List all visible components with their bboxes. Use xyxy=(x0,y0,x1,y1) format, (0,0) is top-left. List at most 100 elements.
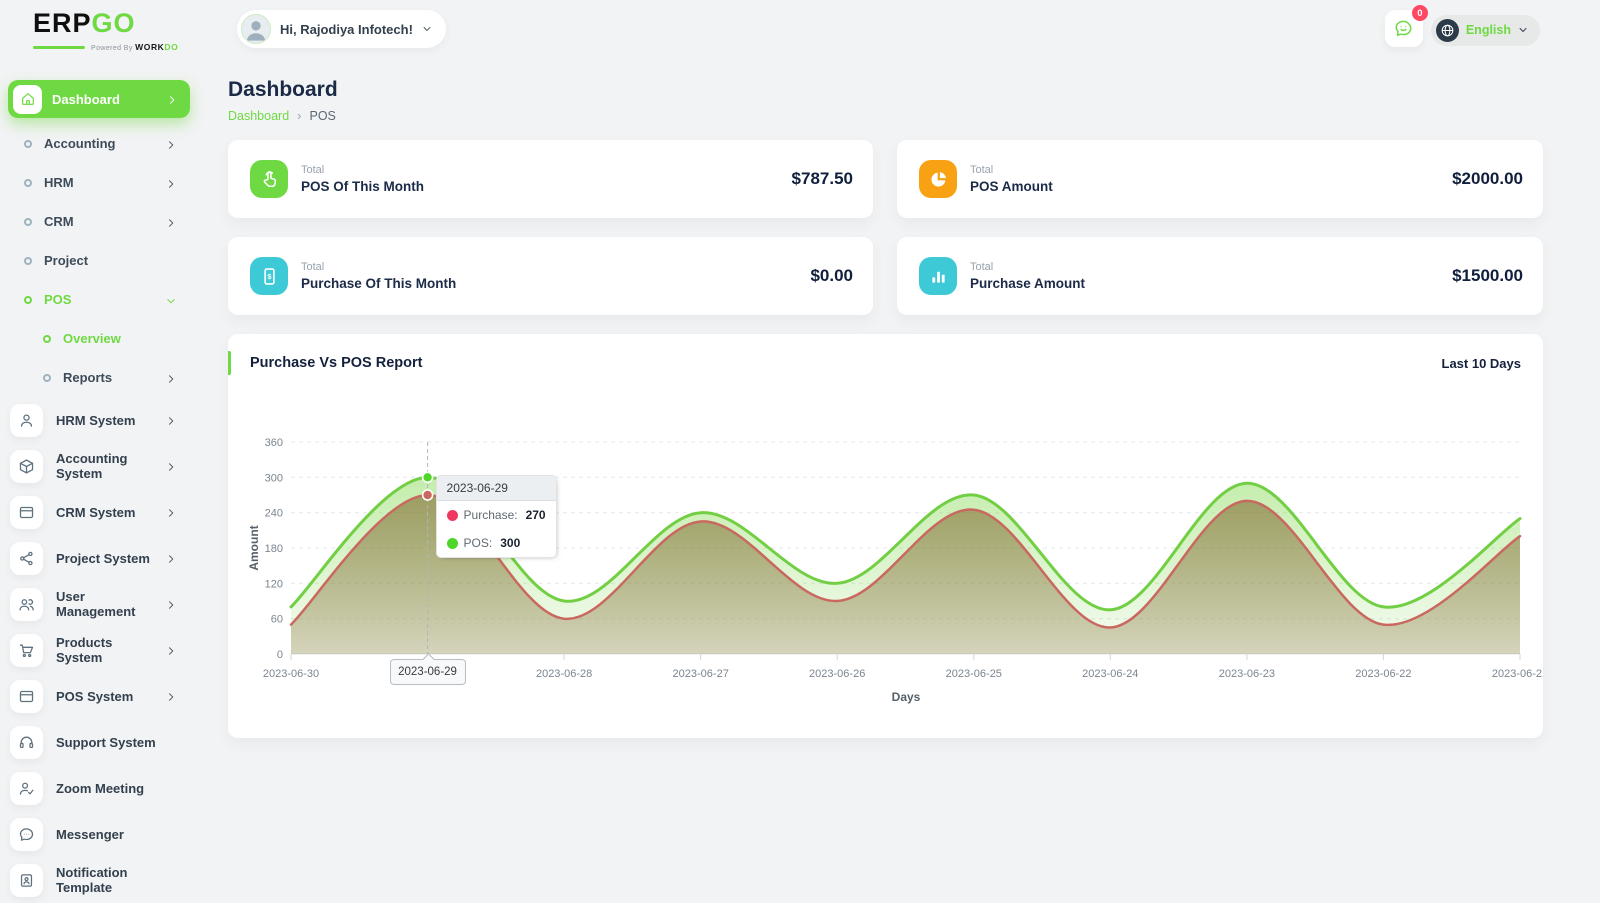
pie-icon xyxy=(919,160,957,198)
stat-card-purchase-of-this-month: $ Total Purchase Of This Month $0.00 xyxy=(228,237,873,315)
svg-text:120: 120 xyxy=(265,578,283,590)
svg-text:$: $ xyxy=(267,272,272,281)
svg-text:2023-06-30: 2023-06-30 xyxy=(263,668,319,680)
package-icon xyxy=(10,450,43,483)
stat-value: $787.50 xyxy=(792,169,853,189)
stat-label: Total xyxy=(301,261,810,273)
chevron-right-icon xyxy=(165,414,177,426)
bullet-icon xyxy=(43,335,51,343)
sidebar-item-products-system[interactable]: Products System xyxy=(0,627,197,673)
bullet-icon xyxy=(43,374,51,382)
sidebar-item-messenger[interactable]: Messenger xyxy=(0,811,197,857)
breadcrumb-separator: › xyxy=(297,108,301,123)
sidebar-item-hrm-system[interactable]: HRM System xyxy=(0,397,197,443)
cart-icon xyxy=(10,634,43,667)
user-icon xyxy=(10,404,43,437)
sidebar-item-overview[interactable]: Overview xyxy=(0,319,197,358)
chart-tooltip: 2023-06-29 Purchase:270 POS:300 xyxy=(436,475,557,558)
chevron-right-icon xyxy=(165,177,177,189)
svg-text:2023-06-27: 2023-06-27 xyxy=(673,668,729,680)
support-chat-button[interactable]: 0 xyxy=(1385,10,1423,47)
bullet-icon xyxy=(24,296,32,304)
sidebar-item-zoom-meeting[interactable]: Zoom Meeting xyxy=(0,765,197,811)
chevron-down-icon xyxy=(1518,25,1528,35)
sidebar-item-crm[interactable]: CRM xyxy=(0,202,197,241)
svg-text:60: 60 xyxy=(271,614,283,626)
breadcrumb-current: POS xyxy=(310,109,336,123)
chevron-right-icon xyxy=(165,598,177,610)
chevron-right-icon xyxy=(165,460,177,472)
chevron-down-icon xyxy=(422,24,432,34)
sidebar-item-crm-system[interactable]: CRM System xyxy=(0,489,197,535)
sidebar-item-accounting[interactable]: Accounting xyxy=(0,124,197,163)
purchase-vs-pos-report-card: Purchase Vs POS Report Last 10 Days 3603… xyxy=(228,334,1543,738)
sidebar-item-pos-system[interactable]: POS System xyxy=(0,673,197,719)
chevron-right-icon xyxy=(165,690,177,702)
bullet-icon xyxy=(24,218,32,226)
language-selector[interactable]: English xyxy=(1431,15,1540,46)
user-menu-button[interactable]: Hi, Rajodiya Infotech! xyxy=(237,10,446,48)
svg-text:2023-06-22: 2023-06-22 xyxy=(1355,668,1411,680)
chart-range-label: Last 10 Days xyxy=(1442,356,1522,371)
users-icon xyxy=(10,588,43,621)
svg-text:2023-06-26: 2023-06-26 xyxy=(809,668,865,680)
bullet-icon xyxy=(24,257,32,265)
sidebar-item-project[interactable]: Project xyxy=(0,241,197,280)
svg-text:Amount: Amount xyxy=(247,525,261,570)
tooltip-row-purchase: Purchase:270 xyxy=(437,501,556,529)
svg-text:Days: Days xyxy=(892,690,921,704)
sidebar-item-hrm[interactable]: HRM xyxy=(0,163,197,202)
stat-value: $1500.00 xyxy=(1452,266,1523,286)
svg-text:2023-06-23: 2023-06-23 xyxy=(1219,668,1275,680)
stat-value: $2000.00 xyxy=(1452,169,1523,189)
sidebar-item-dashboard[interactable]: Dashboard xyxy=(8,80,190,118)
sidebar: Dashboard Accounting HRM CRM Project POS… xyxy=(0,80,197,903)
sidebar-item-accounting-system[interactable]: Accounting System xyxy=(0,443,197,489)
series-dot-icon xyxy=(447,538,458,549)
stat-title: POS Amount xyxy=(970,179,1452,194)
sidebar-systems-menu: HRM System Accounting System CRM System … xyxy=(0,397,197,903)
stat-title: Purchase Of This Month xyxy=(301,276,810,291)
stat-card-pos-of-this-month: Total POS Of This Month $787.50 xyxy=(228,140,873,218)
chat-icon xyxy=(10,818,43,851)
svg-text:2023-06-25: 2023-06-25 xyxy=(946,668,1002,680)
sidebar-item-pos[interactable]: POS xyxy=(0,280,197,319)
svg-text:240: 240 xyxy=(265,508,283,520)
user-check-icon xyxy=(10,772,43,805)
svg-text:360: 360 xyxy=(265,437,283,449)
chevron-right-icon xyxy=(165,216,177,228)
chevron-right-icon xyxy=(165,552,177,564)
stat-label: Total xyxy=(970,164,1452,176)
sidebar-item-reports[interactable]: Reports xyxy=(0,358,197,397)
stat-label: Total xyxy=(301,164,792,176)
tap-icon xyxy=(250,160,288,198)
sidebar-main-menu: Dashboard Accounting HRM CRM Project POS… xyxy=(0,80,197,397)
logo-powered-by: Powered By WORKDO xyxy=(91,42,178,52)
x-crosshair-label: 2023-06-29 xyxy=(390,659,466,685)
stat-label: Total xyxy=(970,261,1452,273)
globe-icon xyxy=(1436,19,1459,42)
breadcrumb-home-link[interactable]: Dashboard xyxy=(228,109,289,123)
card-accent-bar xyxy=(228,351,231,375)
language-label: English xyxy=(1466,23,1511,37)
chevron-right-icon xyxy=(165,138,177,150)
stat-value: $0.00 xyxy=(810,266,853,286)
svg-text:2023-06-21: 2023-06-21 xyxy=(1492,668,1543,680)
chart-area[interactable]: 3603002401801206002023-06-302023-06-2820… xyxy=(228,420,1543,720)
app-logo[interactable]: ERPGO Powered By WORKDO xyxy=(33,10,193,52)
sidebar-item-project-system[interactable]: Project System xyxy=(0,535,197,581)
chevron-right-icon xyxy=(165,644,177,656)
sidebar-item-notification-template[interactable]: Notification Template xyxy=(0,857,197,903)
chart-title: Purchase Vs POS Report xyxy=(250,355,422,371)
page-title: Dashboard xyxy=(228,78,338,102)
chevron-right-icon xyxy=(165,372,177,384)
svg-text:2023-06-24: 2023-06-24 xyxy=(1082,668,1138,680)
chat-smile-icon xyxy=(1393,18,1414,39)
sidebar-item-user-management[interactable]: User Management xyxy=(0,581,197,627)
bullet-icon xyxy=(24,179,32,187)
browser-icon xyxy=(10,496,43,529)
bullet-icon xyxy=(24,140,32,148)
stat-card-pos-amount: Total POS Amount $2000.00 xyxy=(897,140,1543,218)
sidebar-item-support-system[interactable]: Support System xyxy=(0,719,197,765)
chevron-down-icon xyxy=(165,294,177,306)
